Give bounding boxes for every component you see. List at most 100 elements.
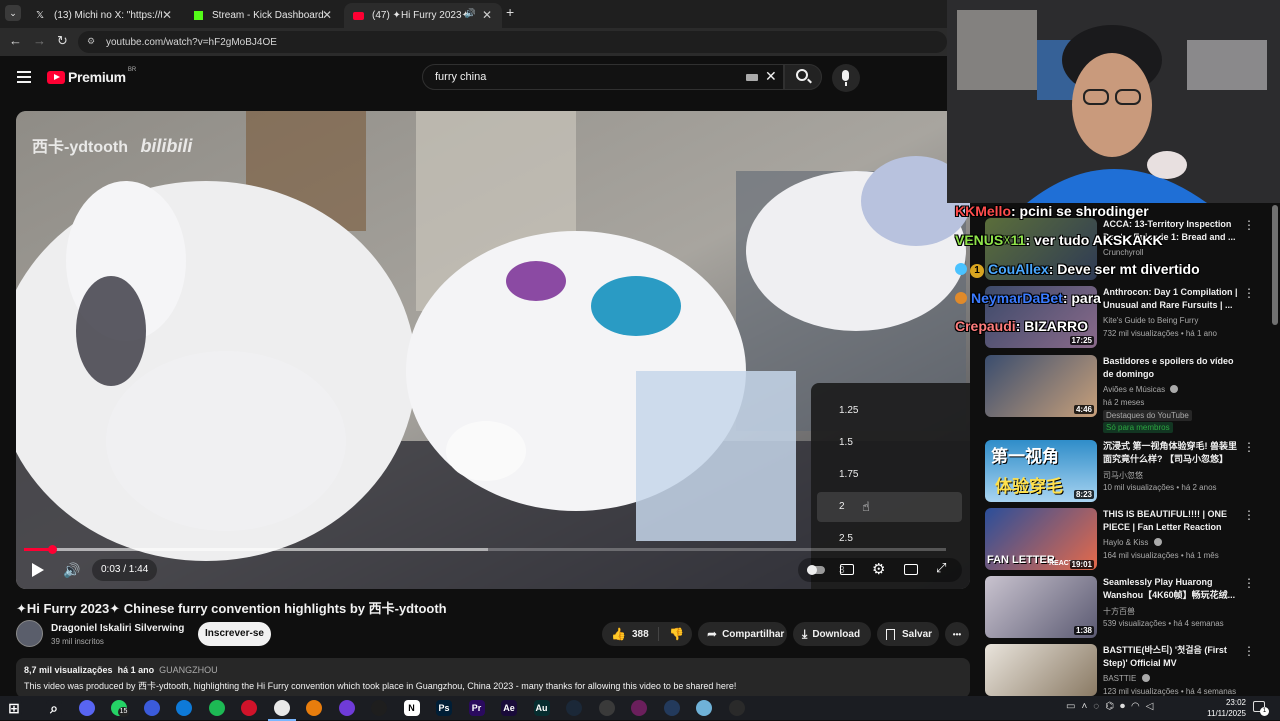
sidebar-scrollbar[interactable] — [1272, 205, 1278, 325]
search-input[interactable]: furry china ✕ — [422, 64, 784, 90]
blender-icon[interactable] — [306, 700, 322, 716]
edge-icon[interactable] — [176, 700, 192, 716]
lol-icon[interactable] — [728, 700, 745, 716]
network-icon[interactable]: ⌬ — [1105, 701, 1120, 712]
tab-kick[interactable]: Stream - Kick Dashboard ✕ — [184, 3, 342, 28]
new-tab-button[interactable]: + — [506, 4, 514, 20]
progress-scrubber[interactable] — [48, 545, 57, 554]
rec-title[interactable]: THIS IS BEAUTIFUL!!!! | ONE PIECE | Fan … — [1103, 508, 1243, 534]
chevron-up-icon[interactable]: ˄ — [1081, 701, 1093, 712]
rec-item[interactable]: 4:46 Bastidores e spoilers do vídeo de d… — [985, 355, 1270, 435]
rec-title[interactable]: Bastidores e spoilers do vídeo de doming… — [1103, 355, 1243, 381]
tab-search-button[interactable]: ⌄ — [5, 5, 21, 21]
fullscreen-icon[interactable]: ⤢ — [936, 560, 946, 576]
play-button[interactable] — [32, 563, 44, 577]
opera-icon[interactable] — [241, 700, 257, 716]
rec-channel[interactable]: Crunchyroll — [1103, 248, 1143, 257]
vpn-icon[interactable]: ◌ — [1093, 701, 1105, 712]
url-field[interactable]: ⚙ youtube.com/watch?v=hF2gMoBJ4OE — [78, 31, 947, 53]
progress-bar[interactable] — [24, 545, 946, 554]
reload-icon[interactable]: ↻ — [57, 33, 68, 49]
discord-icon[interactable] — [78, 700, 95, 716]
rec-item[interactable]: BASTTIE(바스티) '첫걸음 (First Step)' Official… — [985, 644, 1270, 696]
speed-option[interactable]: 1.75 — [811, 460, 961, 490]
channel-name[interactable]: Dragoniel Iskaliri Silverwing — [51, 623, 184, 634]
volume-icon[interactable]: 🔊 — [63, 562, 80, 579]
description-box[interactable]: 8,7 mil visualizações há 1 ano GUANGZHOU… — [16, 658, 970, 698]
youtube-logo[interactable]: Premium BR — [47, 67, 136, 85]
obs-icon[interactable] — [598, 700, 615, 716]
rec-title[interactable]: 沉浸式 第一视角体验穿毛! 兽装里面究竟什么样? 【司马小忽悠】 — [1103, 440, 1243, 466]
rec-thumbnail[interactable]: FAN LETTER REACTION 19:01 — [985, 508, 1097, 570]
kebab-icon[interactable]: ⋮ — [1243, 644, 1255, 658]
aftereffects-icon[interactable]: Ae — [501, 700, 517, 716]
kebab-icon[interactable]: ⋮ — [1243, 508, 1255, 522]
keyboard-icon[interactable] — [746, 74, 758, 81]
rec-channel[interactable]: 司马小忽悠 — [1103, 470, 1143, 481]
kebab-icon[interactable]: ⋮ — [1243, 576, 1255, 590]
chrome-icon[interactable] — [267, 700, 296, 721]
mic-button[interactable] — [832, 64, 860, 92]
close-icon[interactable]: ✕ — [322, 8, 332, 22]
share-button[interactable]: ➦ Compartilhar — [698, 622, 787, 646]
forward-icon[interactable]: → — [33, 33, 46, 48]
photoshop-icon[interactable]: Ps — [436, 700, 452, 716]
rec-channel[interactable]: 十方百兽 — [1103, 606, 1135, 617]
rec-item[interactable]: 1:38 Seamlessly Play Huarong Wanshou【4K6… — [985, 576, 1270, 638]
vegas-icon[interactable] — [631, 700, 647, 716]
rec-channel[interactable]: BASTTIE — [1103, 674, 1150, 683]
autoplay-toggle[interactable] — [807, 565, 825, 575]
dislike-button[interactable]: 👎 — [659, 627, 684, 641]
kebab-icon[interactable]: ⋮ — [1243, 440, 1255, 454]
subtitles-icon[interactable] — [840, 564, 854, 575]
notion-icon[interactable]: N — [403, 700, 420, 716]
subscribe-button[interactable]: Inscrever-se — [198, 622, 271, 646]
wifi-icon[interactable]: ◠ — [1131, 701, 1146, 712]
rec-channel[interactable]: Haylo & Kiss — [1103, 538, 1162, 547]
rec-title[interactable]: BASTTIE(바스티) '첫걸음 (First Step)' Official… — [1103, 644, 1243, 670]
rec-item[interactable]: FAN LETTER REACTION 19:01 THIS IS BEAUTI… — [985, 508, 1270, 570]
like-button[interactable]: 👍 388 — [602, 627, 659, 641]
search-button[interactable] — [784, 64, 822, 90]
back-icon[interactable]: ← — [9, 33, 22, 48]
copilot-icon[interactable] — [143, 700, 160, 716]
rec-thumbnail[interactable]: 1:38 — [985, 576, 1097, 638]
close-icon[interactable]: ✕ — [162, 8, 172, 22]
download-button[interactable]: ⤓ Download — [793, 622, 871, 646]
close-icon[interactable]: ✕ — [482, 8, 492, 22]
miniplayer-icon[interactable] — [904, 564, 918, 575]
notification-button[interactable]: 1 — [1253, 701, 1269, 716]
premiere-icon[interactable]: Pr — [468, 700, 485, 716]
kebab-icon[interactable]: ⋮ — [1243, 286, 1255, 300]
keyboard-icon[interactable]: ▭ — [1066, 701, 1081, 712]
menu-icon[interactable] — [17, 71, 31, 83]
tab-x[interactable]: 𝕏 (13) Michi no X: "https://t.co/m ✕ — [26, 3, 182, 28]
rec-channel[interactable]: Aviões e Músicas — [1103, 385, 1179, 394]
spotify-icon[interactable] — [208, 700, 225, 716]
speed-option[interactable]: 1.25 — [811, 396, 961, 426]
settings-icon[interactable]: ⚙ — [872, 560, 885, 578]
clear-icon[interactable]: ✕ — [765, 68, 777, 85]
steam-icon[interactable] — [566, 700, 582, 716]
speed-option[interactable]: 3.5 — [811, 588, 961, 589]
figma-icon[interactable] — [371, 700, 387, 716]
speaker-icon[interactable]: 🔊 — [465, 8, 476, 19]
video-player[interactable]: 西卡-ydtooth bilibili 1.251.51.752☝2.533.5… — [16, 111, 970, 589]
mic-icon[interactable]: ⏺ — [1120, 701, 1131, 712]
speed-option[interactable]: 2 ☝ — [817, 492, 962, 522]
app-icon[interactable] — [696, 700, 712, 716]
windows-icon[interactable]: ⊞ — [6, 700, 22, 716]
location-tag[interactable]: GUANGZHOU — [159, 665, 218, 675]
save-button[interactable]: Salvar — [877, 622, 939, 646]
rec-item[interactable]: 第一视角 体验穿毛 8:23 沉浸式 第一视角体验穿毛! 兽装里面究竟什么样? … — [985, 440, 1270, 502]
rec-thumbnail[interactable]: 第一视角 体验穿毛 8:23 — [985, 440, 1097, 502]
rec-title[interactable]: Seamlessly Play Huarong Wanshou【4K60帧】畅玩… — [1103, 576, 1243, 602]
kebab-icon[interactable]: ⋮ — [1243, 218, 1255, 232]
rec-thumbnail[interactable]: 4:46 — [985, 355, 1097, 417]
more-actions-button[interactable]: ••• — [945, 622, 969, 646]
volume-icon[interactable]: ◁ — [1146, 701, 1160, 712]
site-info-icon[interactable]: ⚙ — [87, 36, 95, 47]
davinci-icon[interactable] — [663, 700, 680, 716]
audition-icon[interactable]: Au — [533, 700, 550, 716]
rec-title[interactable]: Anthrocon: Day 1 Compilation | Unusual a… — [1103, 286, 1243, 312]
